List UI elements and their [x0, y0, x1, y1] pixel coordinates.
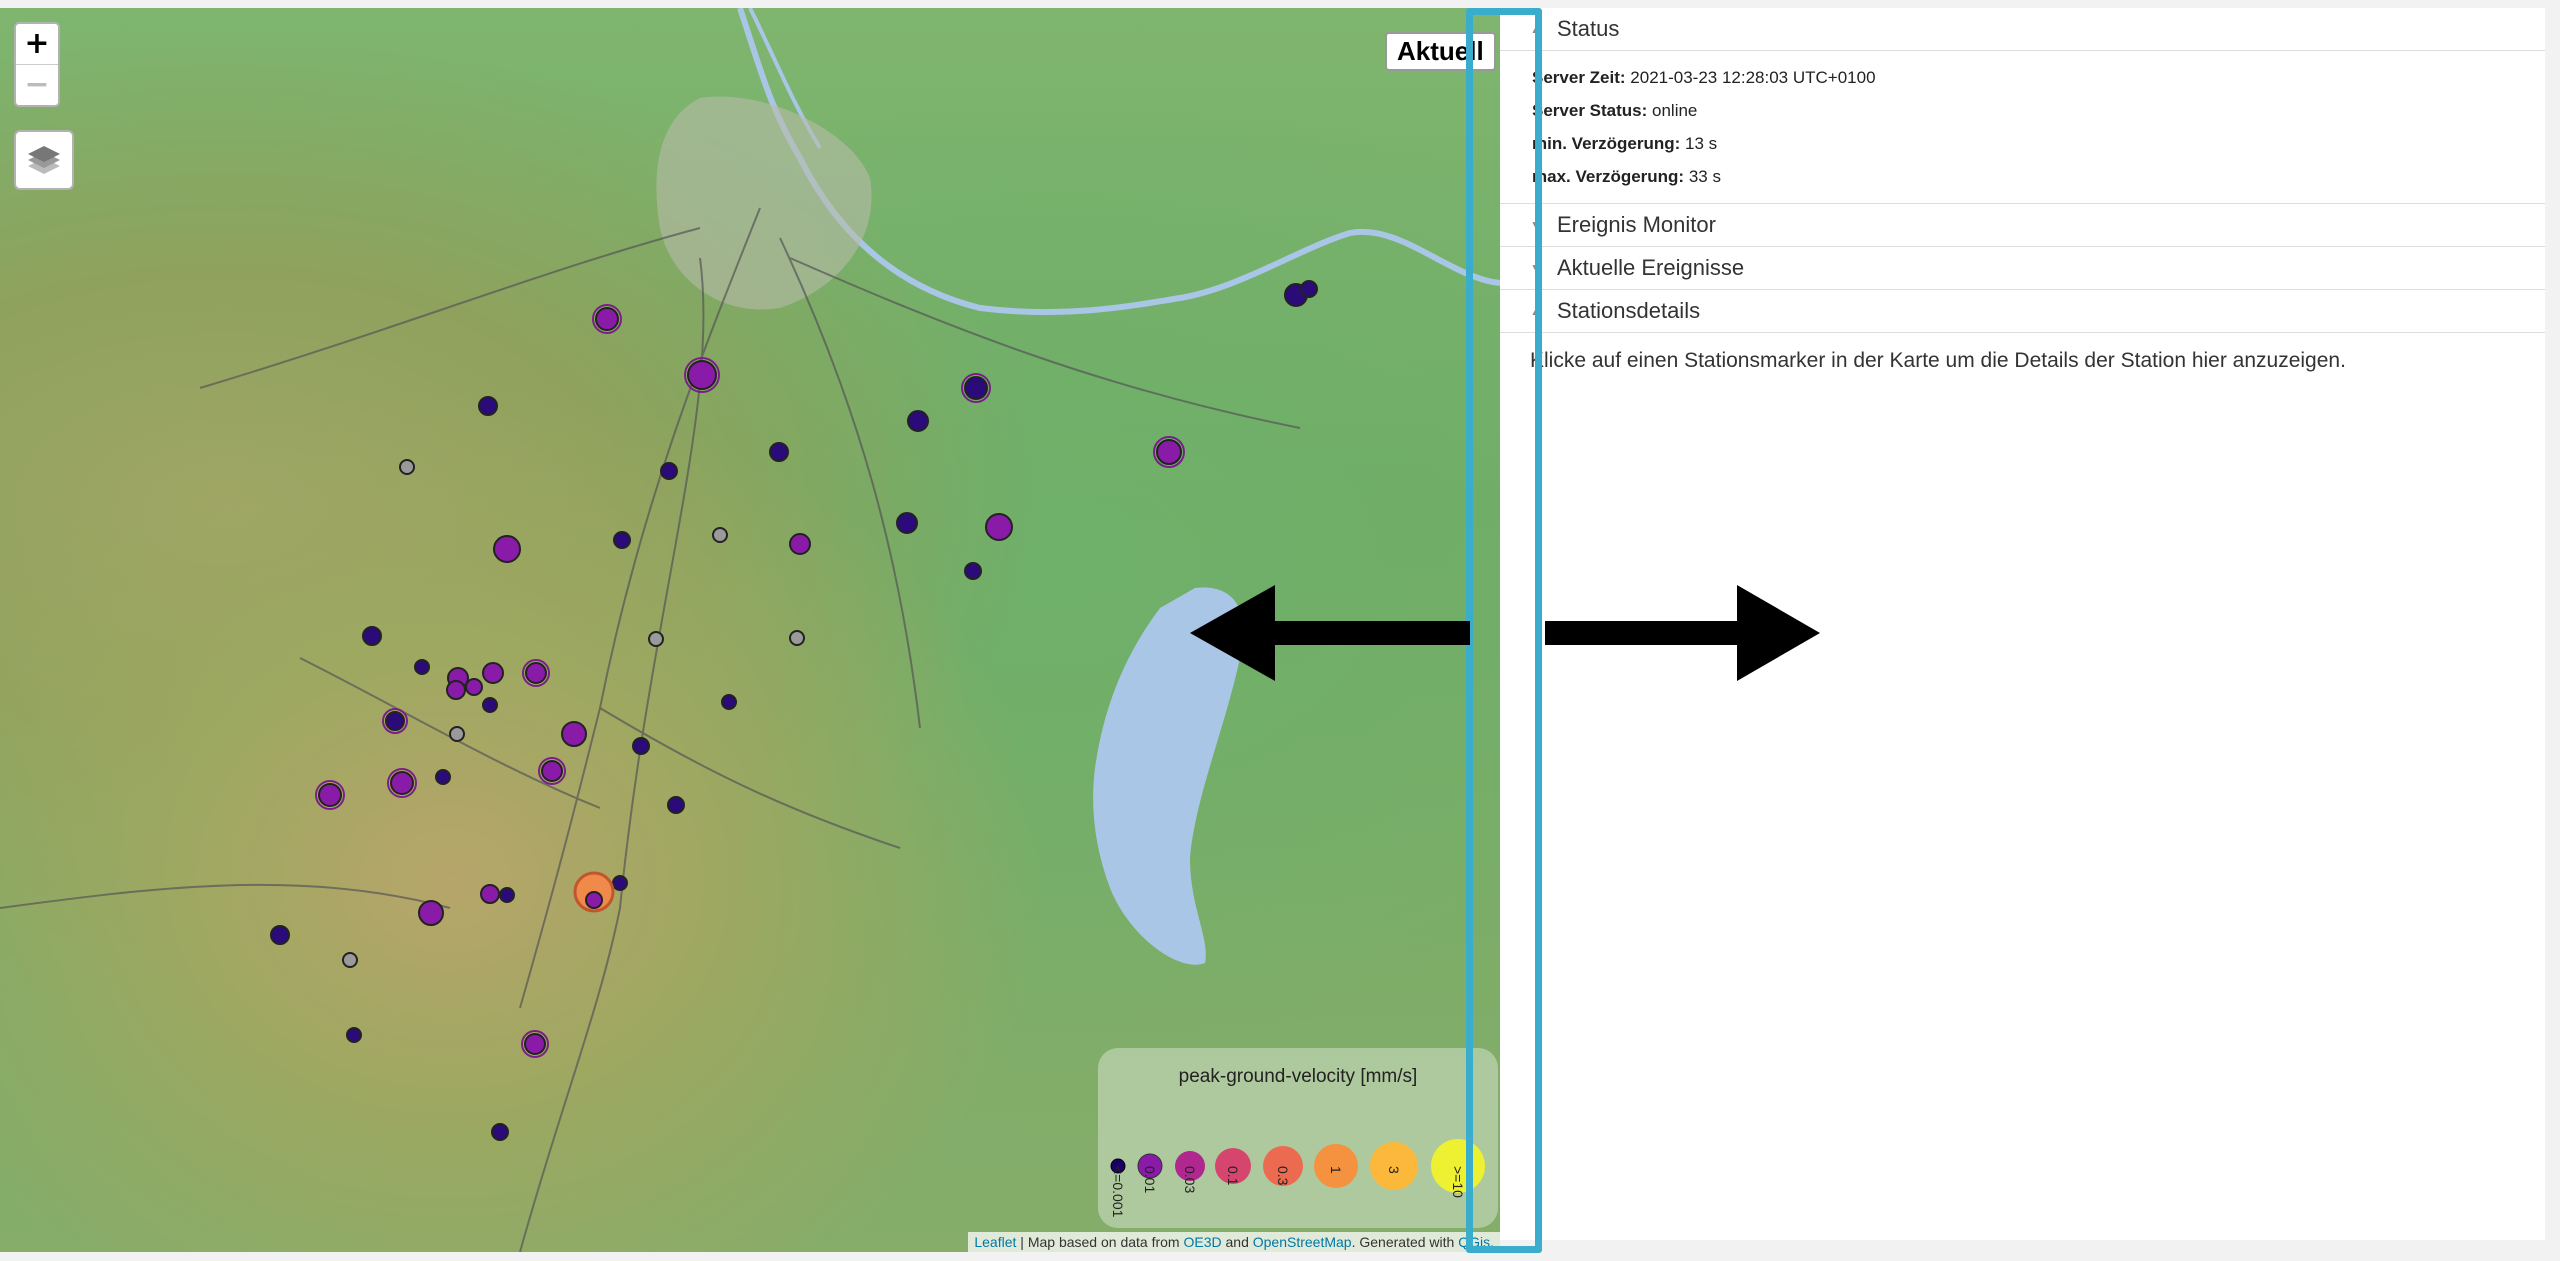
legend-label: 0.03: [1182, 1166, 1198, 1194]
max-delay-row: max. Verzögerung: 33 s: [1532, 160, 2545, 193]
station-marker[interactable]: [687, 360, 717, 390]
station-marker[interactable]: [399, 459, 415, 475]
station-marker[interactable]: [712, 527, 728, 543]
station-marker[interactable]: [964, 376, 988, 400]
value: 33 s: [1688, 167, 1721, 186]
attribution-text: | Map based on data from: [1016, 1234, 1184, 1250]
station-marker[interactable]: [362, 626, 382, 646]
station-marker[interactable]: [482, 697, 498, 713]
value: 2021-03-23 12:28:03 UTC+0100: [1630, 68, 1876, 87]
map-attribution: Leaflet | Map based on data from OE3D an…: [968, 1232, 1500, 1252]
station-marker[interactable]: [1300, 280, 1318, 298]
status-body: Server Zeit: 2021-03-23 12:28:03 UTC+010…: [1500, 51, 2545, 203]
station-hint: Klicke auf einen Stationsmarker in der K…: [1530, 349, 2346, 372]
station-marker[interactable]: [964, 562, 982, 580]
station-marker[interactable]: [907, 410, 929, 432]
legend-label: 0.1: [1225, 1166, 1241, 1186]
station-marker[interactable]: [465, 678, 483, 696]
station-marker[interactable]: [660, 462, 678, 480]
legend-label: 3: [1386, 1166, 1402, 1174]
arrow-left-icon: [1190, 585, 1470, 681]
city-area: [656, 96, 872, 310]
leaflet-link[interactable]: Leaflet: [974, 1234, 1016, 1250]
attribution-text: and: [1221, 1234, 1253, 1250]
zoom-in-button[interactable]: +: [16, 24, 58, 64]
layers-button[interactable]: [14, 130, 74, 190]
station-marker[interactable]: [721, 694, 737, 710]
station-marker[interactable]: [525, 662, 547, 684]
station-marker[interactable]: [985, 513, 1013, 541]
station-marker[interactable]: [414, 659, 430, 675]
osm-link[interactable]: OpenStreetMap: [1253, 1234, 1352, 1250]
label: min. Verzögerung:: [1532, 134, 1681, 153]
oe3d-link[interactable]: OE3D: [1183, 1234, 1221, 1250]
section-title: Stationsdetails: [1557, 298, 1701, 323]
station-marker[interactable]: [595, 307, 619, 331]
station-marker[interactable]: [493, 535, 521, 563]
station-marker[interactable]: [318, 783, 342, 807]
station-marker[interactable]: [491, 1123, 509, 1141]
station-marker[interactable]: [385, 711, 405, 731]
label: Server Status:: [1532, 101, 1648, 120]
station-marker[interactable]: [769, 442, 789, 462]
station-marker[interactable]: [632, 737, 650, 755]
station-marker[interactable]: [418, 900, 444, 926]
legend-label: 1: [1328, 1166, 1344, 1174]
pgv-legend: peak-ground-velocity [mm/s] <=0.001 0.01…: [1098, 1048, 1498, 1228]
attribution-text: . Generated with: [1351, 1234, 1459, 1250]
station-marker[interactable]: [346, 1027, 362, 1043]
station-marker[interactable]: [789, 533, 811, 555]
zoom-control: + −: [14, 22, 60, 107]
resize-handle-highlight[interactable]: [1466, 8, 1542, 1253]
label: Server Zeit:: [1532, 68, 1626, 87]
station-marker[interactable]: [667, 796, 685, 814]
station-marker[interactable]: [896, 512, 918, 534]
section-current-events[interactable]: ▼ Aktuelle Ereignisse: [1500, 247, 2545, 290]
section-title: Aktuelle Ereignisse: [1557, 255, 1745, 280]
station-marker[interactable]: [446, 680, 466, 700]
station-marker[interactable]: [585, 891, 603, 909]
station-marker[interactable]: [435, 769, 451, 785]
section-title: Status: [1557, 16, 1620, 41]
section-status[interactable]: ▲ Status: [1500, 8, 2545, 51]
section-station-details[interactable]: ▲ Stationsdetails: [1500, 290, 2545, 333]
station-marker[interactable]: [480, 884, 500, 904]
station-marker[interactable]: [541, 760, 563, 782]
station-marker[interactable]: [390, 771, 414, 795]
station-marker[interactable]: [612, 875, 628, 891]
layers-icon: [28, 146, 60, 174]
station-marker[interactable]: [613, 531, 631, 549]
station-marker[interactable]: [1156, 439, 1182, 465]
server-status-row: Server Status: online: [1532, 94, 2545, 127]
station-marker[interactable]: [478, 396, 498, 416]
station-marker[interactable]: [499, 887, 515, 903]
station-marker[interactable]: [789, 630, 805, 646]
station-marker[interactable]: [561, 721, 587, 747]
station-marker[interactable]: [524, 1033, 546, 1055]
station-marker[interactable]: [482, 662, 504, 684]
station-marker[interactable]: [270, 925, 290, 945]
station-marker[interactable]: [449, 726, 465, 742]
section-event-monitor[interactable]: ▼ Ereignis Monitor: [1500, 203, 2545, 247]
legend-swatches: [1110, 1139, 1485, 1193]
zoom-out-button[interactable]: −: [16, 64, 58, 105]
section-title: Ereignis Monitor: [1557, 212, 1716, 237]
legend-title: peak-ground-velocity [mm/s]: [1178, 1066, 1418, 1087]
legend-label: 0.01: [1142, 1166, 1158, 1194]
server-time-row: Server Zeit: 2021-03-23 12:28:03 UTC+010…: [1532, 61, 2545, 94]
station-marker[interactable]: [342, 952, 358, 968]
legend-label: <=0.001: [1110, 1166, 1126, 1218]
value: 13 s: [1685, 134, 1718, 153]
station-marker[interactable]: [648, 631, 664, 647]
arrow-right-icon: [1545, 585, 1820, 681]
legend-label: 0.3: [1275, 1166, 1291, 1186]
label: max. Verzögerung:: [1532, 167, 1685, 186]
min-delay-row: min. Verzögerung: 13 s: [1532, 127, 2545, 160]
value: online: [1652, 101, 1698, 120]
legend-label: >=10: [1450, 1166, 1466, 1198]
